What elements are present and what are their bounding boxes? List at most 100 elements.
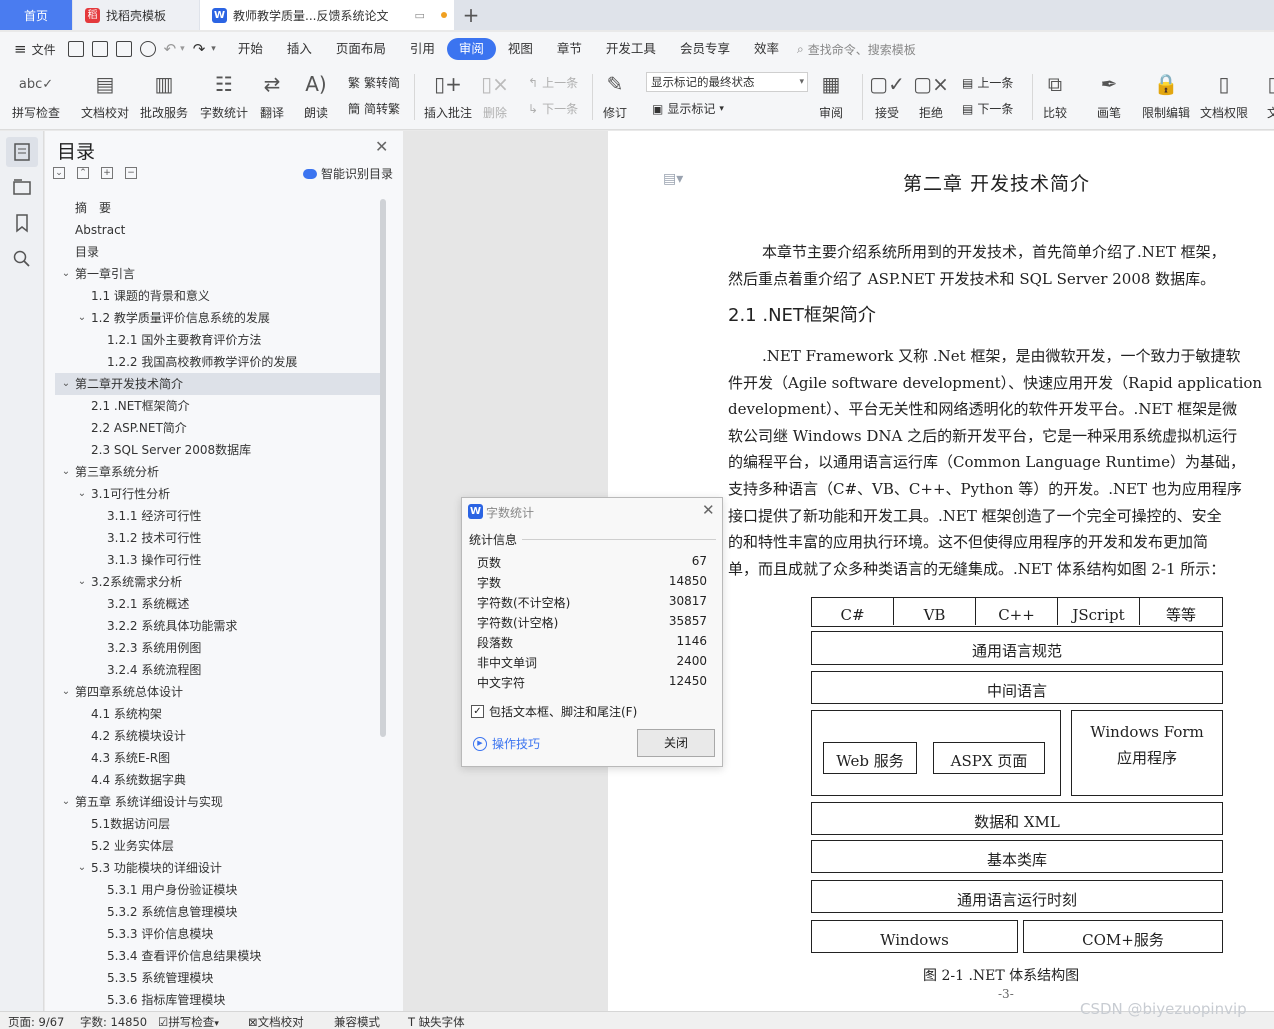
toc-item[interactable]: Abstract: [55, 219, 381, 241]
menu-item-page-layout[interactable]: 页面布局: [324, 38, 398, 60]
smart-toc-button[interactable]: 智能识别目录: [303, 165, 393, 182]
doc-permission-button[interactable]: ▯ 文档权限: [1200, 70, 1248, 121]
undo-dropdown-icon[interactable]: ▾: [180, 44, 185, 54]
quick-access-dropdown-icon[interactable]: ▾: [211, 44, 216, 54]
status-compat-mode[interactable]: 兼容模式: [334, 1014, 380, 1029]
toc-icon[interactable]: [12, 142, 32, 162]
translate-button[interactable]: ⇄ 翻译: [259, 70, 285, 121]
menu-item-view[interactable]: 视图: [496, 38, 545, 60]
status-doc-proof[interactable]: ⊠文档校对: [248, 1014, 304, 1029]
toc-item[interactable]: 目录: [55, 241, 381, 263]
toc-item[interactable]: 5.2 业务实体层: [55, 835, 381, 857]
toc-item[interactable]: 5.1数据访问层: [55, 813, 381, 835]
spell-check-button[interactable]: abc✓ 拼写检查: [12, 70, 60, 121]
toc-item[interactable]: 3.2.3 系统用例图: [55, 637, 381, 659]
toc-item[interactable]: ⌄ 第四章系统总体设计: [55, 681, 381, 703]
menu-item-start[interactable]: 开始: [226, 38, 275, 60]
pen-button[interactable]: ✒ 画笔: [1096, 70, 1122, 121]
toc-item[interactable]: 3.2.4 系统流程图: [55, 659, 381, 681]
status-word-count[interactable]: 字数: 14850: [80, 1014, 147, 1029]
next-comment-button[interactable]: ↳ 下一条: [528, 100, 578, 117]
review-pane-button[interactable]: ▦ 审阅: [818, 70, 844, 121]
chevron-down-icon[interactable]: ⌄: [59, 791, 73, 813]
toc-item[interactable]: 2.2 ASP.NET简介: [55, 417, 381, 439]
track-changes-button[interactable]: ✎ 修订: [602, 70, 628, 121]
toc-item[interactable]: 3.1.3 操作可行性: [55, 549, 381, 571]
prev-comment-button[interactable]: ↰ 上一条: [528, 74, 578, 91]
show-markup-button[interactable]: ▣ 显示标记 ▾: [652, 100, 724, 117]
tab-document[interactable]: W 教师教学质量...反馈系统论文 ▭: [200, 0, 454, 30]
menu-item-review[interactable]: 审阅: [446, 38, 496, 60]
status-spell-check[interactable]: ☑拼写检查▾: [158, 1014, 219, 1029]
toc-item[interactable]: ⌄ 第一章引言: [55, 263, 381, 285]
export-pdf-icon[interactable]: [91, 41, 108, 57]
toc-item[interactable]: 2.1 .NET框架简介: [55, 395, 381, 417]
toc-item[interactable]: ⌄ 5.3 功能模块的详细设计: [55, 857, 381, 879]
toc-item[interactable]: 4.4 系统数据字典: [55, 769, 381, 791]
compare-button[interactable]: ⧉ 比较: [1042, 70, 1068, 121]
simp-to-trad-button[interactable]: 簡简转繁: [348, 100, 400, 117]
toc-item[interactable]: ⌄ 第五章 系统详细设计与实现: [55, 791, 381, 813]
chevron-down-icon[interactable]: ⌄: [75, 571, 89, 593]
toc-item[interactable]: 3.2.2 系统具体功能需求: [55, 615, 381, 637]
chevron-down-icon[interactable]: ⌄: [75, 307, 89, 329]
delete-comment-button[interactable]: ▯× 删除: [481, 70, 509, 121]
read-aloud-button[interactable]: A) 朗读: [303, 70, 329, 121]
batch-service-button[interactable]: ▥ 批改服务: [140, 70, 188, 121]
reject-button[interactable]: ▢× 拒绝: [913, 70, 949, 121]
chevron-down-icon[interactable]: ⌄: [59, 681, 73, 703]
toc-item[interactable]: 3.1.2 技术可行性: [55, 527, 381, 549]
chevron-down-icon[interactable]: ⌄: [75, 857, 89, 879]
tab-home[interactable]: 首页: [0, 0, 72, 30]
menu-item-developer[interactable]: 开发工具: [594, 38, 668, 60]
toc-item[interactable]: 5.3.3 评价信息模块: [55, 923, 381, 945]
chevron-down-icon[interactable]: ⌄: [75, 483, 89, 505]
prev-change-button[interactable]: ▤ 上一条: [962, 74, 1013, 91]
menu-item-efficiency[interactable]: 效率: [742, 38, 791, 60]
chevron-down-icon[interactable]: ⌄: [59, 461, 73, 483]
toc-item[interactable]: 3.1.1 经济可行性: [55, 505, 381, 527]
insert-comment-button[interactable]: ▯+ 插入批注: [424, 70, 472, 121]
menu-item-insert[interactable]: 插入: [275, 38, 324, 60]
toc-item[interactable]: ⌄ 3.2系统需求分析: [55, 571, 381, 593]
file-menu[interactable]: ≡ 文件: [0, 40, 64, 58]
tips-link[interactable]: ▶ 操作技巧: [473, 735, 540, 752]
toc-item[interactable]: 1.2.1 国外主要教育评价方法: [55, 329, 381, 351]
menu-item-member[interactable]: 会员专享: [668, 38, 742, 60]
print-preview-icon[interactable]: [139, 41, 156, 57]
search-icon[interactable]: [12, 249, 32, 269]
doc-menu-icon[interactable]: ▤▾: [663, 171, 683, 187]
close-button[interactable]: 关闭: [637, 729, 715, 757]
toc-item[interactable]: 5.3.2 系统信息管理模块: [55, 901, 381, 923]
include-textbox-checkbox[interactable]: ✓ 包括文本框、脚注和尾注(F): [471, 703, 637, 720]
toc-item[interactable]: 1.2.2 我国高校教师教学评价的发展: [55, 351, 381, 373]
trad-to-simp-button[interactable]: 繁繁转简: [348, 74, 400, 91]
toc-item[interactable]: 4.1 系统构架: [55, 703, 381, 725]
redo-icon[interactable]: ↷: [193, 40, 206, 58]
status-missing-font[interactable]: T 缺失字体: [408, 1014, 465, 1029]
toc-scrollbar[interactable]: [380, 199, 386, 737]
toc-item[interactable]: 4.3 系统E-R图: [55, 747, 381, 769]
menu-item-section[interactable]: 章节: [545, 38, 594, 60]
accept-button[interactable]: ▢✓ 接受: [869, 70, 905, 121]
collapse-all-icon[interactable]: ⌄: [53, 167, 65, 179]
word-count-button[interactable]: ☷ 字数统计: [200, 70, 248, 121]
command-search[interactable]: ⌕ 查找命令、搜索模板: [797, 41, 916, 58]
status-page[interactable]: 页面: 9/67: [8, 1014, 64, 1029]
close-icon[interactable]: ✕: [702, 501, 715, 519]
toc-item[interactable]: ⌄ 3.1可行性分析: [55, 483, 381, 505]
bookmark-icon[interactable]: [12, 213, 32, 233]
restrict-edit-button[interactable]: 🔒 限制编辑: [1142, 70, 1190, 121]
next-change-button[interactable]: ▤ 下一条: [962, 100, 1013, 117]
chevron-down-icon[interactable]: ⌄: [59, 263, 73, 285]
toc-item[interactable]: 5.3.6 指标库管理模块: [55, 989, 381, 1011]
toc-item[interactable]: 5.3.5 系统管理模块: [55, 967, 381, 989]
toc-item[interactable]: 摘 要: [55, 197, 381, 219]
doc-proof-button[interactable]: ▤ 文档校对: [81, 70, 129, 121]
new-tab-button[interactable]: +: [456, 0, 486, 30]
toc-item[interactable]: 4.2 系统模块设计: [55, 725, 381, 747]
menu-item-references[interactable]: 引用: [398, 38, 447, 60]
expand-up-icon[interactable]: ⌃: [77, 167, 89, 179]
tab-templates[interactable]: 稻 找稻壳模板: [73, 0, 199, 30]
toc-item[interactable]: 5.3.4 查看评价信息结果模块: [55, 945, 381, 967]
